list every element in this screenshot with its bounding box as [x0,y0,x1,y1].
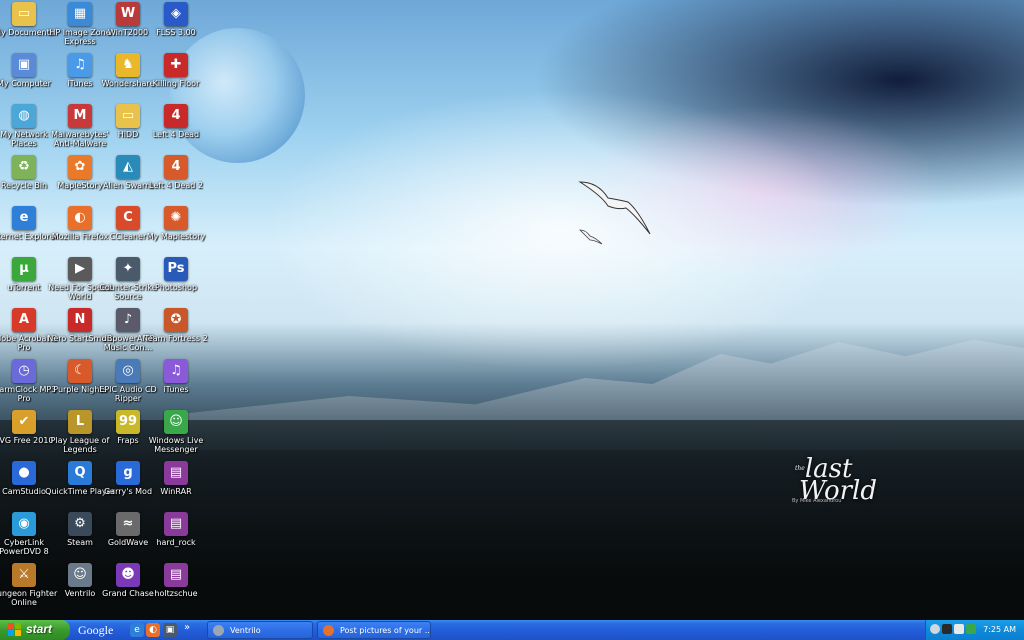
photoshop-icon: Ps [164,257,188,281]
computer-icon: ▣ [12,53,36,77]
desktop-icon[interactable]: ♫ iTunes [140,359,212,394]
maplestory-icon: ✿ [68,155,92,179]
goldwave-icon: ≈ [116,512,140,536]
desktop-icon[interactable]: ☺ Windows Live Messenger [140,410,212,454]
quicklaunch-app-icon[interactable]: ▣ [163,623,177,637]
quicktime-icon: Q [68,461,92,485]
desktop-icon[interactable]: ◈ FLSS 3.00 [140,2,212,37]
malwarebytes-icon: M [68,104,92,128]
desktop-icon-label: holtzschue [154,589,198,598]
start-button[interactable]: start [0,620,70,640]
desktop-icon-label: Killing Floor [152,79,200,88]
desktop-icon[interactable]: 4 Left 4 Dead [140,104,212,139]
clock[interactable]: 7:25 AM [983,620,1016,640]
recycle-bin-icon: ♻ [12,155,36,179]
alien-swarm-icon: ◭ [116,155,140,179]
league-of-legends-icon: L [68,410,92,434]
desktop[interactable]: thelast World By Mike Alexandrou ▭ My Doc… [0,0,1024,620]
network-icon: ◍ [12,104,36,128]
tray-app-icon[interactable] [942,624,952,634]
internet-explorer-icon: e [12,206,36,230]
seagull-small-icon [579,229,603,245]
adobe-acrobat-icon: A [12,308,36,332]
itunes-icon: ♫ [68,53,92,77]
desktop-icon-label: Windows Live Messenger [148,436,204,454]
internet-explorer-icon[interactable]: e [130,623,144,637]
utorrent-icon: µ [12,257,36,281]
wallpaper-planet [170,28,305,163]
wallpaper-title: thelast World [795,454,877,506]
hidd-folder-icon: ▭ [116,104,140,128]
taskbar: start Google e ◐ ▣ » Ventrilo Post pictu… [0,620,1024,640]
firefox-icon [323,625,334,636]
grand-chase-icon: ☻ [116,563,140,587]
desktop-icon-label: Team Fortress 2 [144,334,208,343]
counter-strike-icon: ✦ [116,257,140,281]
taskbar-item-label: Ventrilo [230,626,261,635]
taskbar-item-ventrilo[interactable]: Ventrilo [207,621,313,639]
left-4-dead-2-icon: 4 [164,155,188,179]
firefox-icon[interactable]: ◐ [146,623,160,637]
desktop-icon-label: hard_rock [156,538,196,547]
fraps-icon: 99 [116,410,140,434]
windows-flag-icon [8,623,21,636]
tray-network-icon[interactable] [954,624,964,634]
dbpoweramp-icon: ♪ [116,308,140,332]
garrys-mod-icon: g [116,461,140,485]
left-4-dead-icon: 4 [164,104,188,128]
itunes-icon: ♫ [164,359,188,383]
desktop-icon-label: My Maplestory [146,232,206,241]
desktop-icon[interactable]: ▤ hard_rock [140,512,212,547]
desktop-icon[interactable]: ▤ WinRAR [140,461,212,496]
firefox-icon: ◐ [68,206,92,230]
winrar-archive-icon: ▤ [164,512,188,536]
desktop-icon[interactable]: ✚ Killing Floor [140,53,212,88]
wallpaper-credit: By Mike Alexandrou [792,498,842,504]
taskbar-item-firefox[interactable]: Post pictures of your ... [317,621,431,639]
tray-messenger-icon[interactable] [966,624,976,634]
quicklaunch-chevron-icon[interactable]: » [184,622,190,633]
team-fortress-2-icon: ✪ [164,308,188,332]
winrar-archive-icon: ▤ [164,563,188,587]
desktop-icon-label: Left 4 Dead [152,130,200,139]
steam-icon: ⚙ [68,512,92,536]
system-tray: 7:25 AM [925,620,1024,640]
ventrilo-icon [213,625,224,636]
my-maplestory-icon: ✺ [164,206,188,230]
flss-icon: ◈ [164,2,188,26]
audio-cd-ripper-icon: ◎ [116,359,140,383]
taskbar-item-label: Post pictures of your ... [340,626,431,635]
desktop-icon[interactable]: ▤ holtzschue [140,563,212,598]
ventrilo-icon: ☺ [68,563,92,587]
winrar-icon: ▤ [164,461,188,485]
desktop-icon-label: WinRAR [160,487,192,496]
desktop-icon[interactable]: 4 Left 4 Dead 2 [140,155,212,190]
desktop-icon[interactable]: Ps Photoshop [140,257,212,292]
purple-nights-icon: ☾ [68,359,92,383]
desktop-icon-label: Photoshop [154,283,198,292]
google-toolbar-button[interactable]: Google [78,621,113,639]
desktop-icon-label: FLSS 3.00 [156,28,196,37]
ccleaner-icon: C [116,206,140,230]
dungeon-fighter-icon: ⚔ [12,563,36,587]
start-label: start [26,622,53,636]
desktop-icon[interactable]: ✪ Team Fortress 2 [140,308,212,343]
tray-arrow-icon[interactable] [930,624,940,634]
hp-image-zone-icon: ▦ [68,2,92,26]
nero-icon: N [68,308,92,332]
killing-floor-icon: ✚ [164,53,188,77]
camstudio-icon: ● [12,461,36,485]
wondershare-icon: ♞ [116,53,140,77]
avg-icon: ✔ [12,410,36,434]
desktop-icon[interactable]: ✺ My Maplestory [140,206,212,241]
wint2000-icon: W [116,2,140,26]
need-for-speed-icon: ▶ [68,257,92,281]
folder-icon: ▭ [12,2,36,26]
desktop-icon-label: Left 4 Dead 2 [149,181,203,190]
powerdvd-icon: ◉ [12,512,36,536]
messenger-icon: ☺ [164,410,188,434]
alarm-clock-icon: ◷ [12,359,36,383]
desktop-icon-label: iTunes [163,385,189,394]
